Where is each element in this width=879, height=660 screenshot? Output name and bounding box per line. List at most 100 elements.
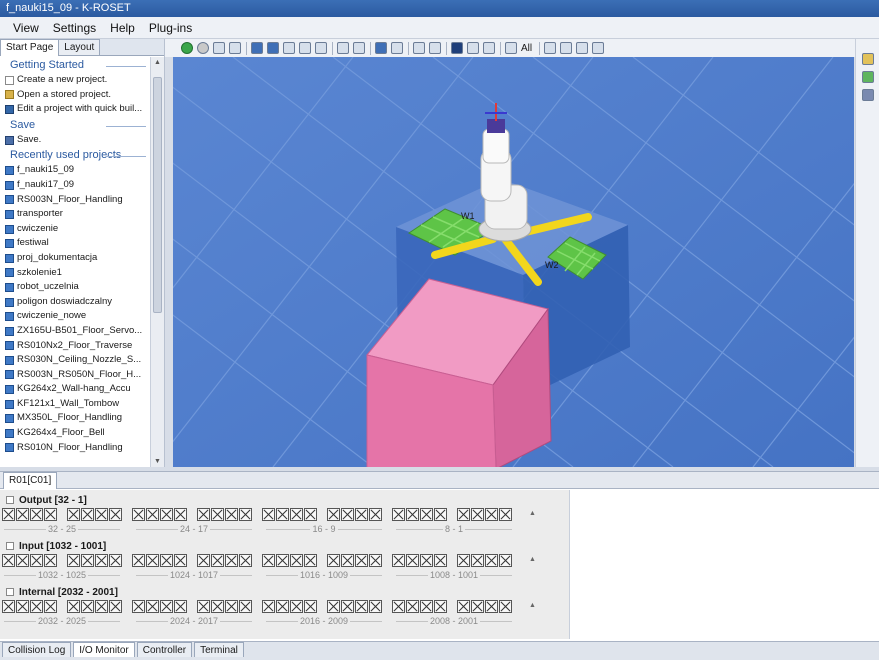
collapse-toggle-icon[interactable] (6, 496, 14, 504)
stop-icon[interactable] (197, 42, 209, 54)
recent-project-item[interactable]: szkolenie1 (0, 266, 150, 281)
menu-settings[interactable]: Settings (46, 21, 103, 35)
create-project-link[interactable]: Create a new project. (0, 73, 150, 88)
recent-project-item[interactable]: MX350L_Floor_Handling (0, 411, 150, 426)
recent-project-item[interactable]: RS003N_Floor_Handling (0, 193, 150, 208)
io-bit-cell[interactable] (146, 508, 159, 521)
io-bit-cell[interactable] (211, 600, 224, 613)
tab-layout[interactable]: Layout (58, 39, 101, 55)
io-bit-cell[interactable] (132, 508, 145, 521)
io-group-header[interactable]: Input [1032 - 1001] (0, 539, 570, 553)
io-bit-cell[interactable] (225, 508, 238, 521)
io-bit-cell[interactable] (211, 554, 224, 567)
anchor-icon[interactable] (429, 42, 441, 54)
io-bit-cell[interactable] (290, 600, 303, 613)
io-bit-cell[interactable] (30, 554, 43, 567)
grid-options-icon[interactable] (576, 42, 589, 54)
io-bit-cell[interactable] (132, 554, 145, 567)
layout-split-icon[interactable] (467, 42, 479, 54)
io-group-header[interactable]: Output [32 - 1] (0, 493, 570, 507)
recent-project-item[interactable]: KG264x4_Floor_Bell (0, 426, 150, 441)
io-bit-cell[interactable] (485, 508, 498, 521)
io-bit-cell[interactable] (327, 554, 340, 567)
left-panel-scrollbar[interactable]: ▲ ▼ (150, 57, 164, 467)
io-bit-cell[interactable] (239, 554, 252, 567)
view-perspective-icon[interactable] (315, 42, 327, 54)
io-bit-cell[interactable] (369, 508, 382, 521)
scroll-down-arrow-icon[interactable]: ▼ (154, 458, 161, 465)
io-bit-cell[interactable] (341, 508, 354, 521)
io-bit-cell[interactable] (95, 554, 108, 567)
io-bit-cell[interactable] (44, 600, 57, 613)
io-bit-cell[interactable] (44, 554, 57, 567)
scroll-up-arrow-icon[interactable]: ▲ (154, 59, 161, 66)
io-bit-cell[interactable] (109, 600, 122, 613)
io-bit-cell[interactable] (262, 600, 275, 613)
io-bit-cell[interactable] (392, 508, 405, 521)
io-bit-cell[interactable] (67, 554, 80, 567)
io-bit-cell[interactable] (109, 508, 122, 521)
recent-project-item[interactable]: f_nauki17_09 (0, 178, 150, 193)
io-bit-cell[interactable] (95, 508, 108, 521)
io-bit-cell[interactable] (290, 554, 303, 567)
io-bit-cell[interactable] (262, 554, 275, 567)
io-bit-cell[interactable] (471, 600, 484, 613)
io-bit-cell[interactable] (290, 508, 303, 521)
recent-project-item[interactable]: cwiczenie_nowe (0, 309, 150, 324)
io-bit-cell[interactable] (146, 600, 159, 613)
copy-frame-icon[interactable] (353, 42, 365, 54)
recent-project-item[interactable]: KG264x2_Wall-hang_Accu (0, 382, 150, 397)
io-bit-cell[interactable] (95, 600, 108, 613)
io-bit-cell[interactable] (146, 554, 159, 567)
recent-project-item[interactable]: transporter (0, 207, 150, 222)
io-bit-cell[interactable] (81, 554, 94, 567)
recent-project-item[interactable]: KF121x1_Wall_Tombow (0, 397, 150, 412)
refresh-icon[interactable] (862, 71, 874, 83)
all-views-label[interactable]: All (521, 43, 532, 54)
io-bit-cell[interactable] (239, 508, 252, 521)
io-bit-cell[interactable] (406, 508, 419, 521)
save-view-icon[interactable] (375, 42, 387, 54)
view-side-icon[interactable] (267, 42, 279, 54)
io-bit-cell[interactable] (392, 600, 405, 613)
io-bit-cell[interactable] (132, 600, 145, 613)
io-bit-cell[interactable] (457, 600, 470, 613)
io-bit-cell[interactable] (341, 600, 354, 613)
recent-project-item[interactable]: cwiczenie (0, 222, 150, 237)
recent-project-item[interactable]: robot_uczelnia (0, 280, 150, 295)
io-bit-cell[interactable] (30, 600, 43, 613)
io-bit-cell[interactable] (355, 508, 368, 521)
io-bit-cell[interactable] (369, 600, 382, 613)
io-bit-cell[interactable] (262, 508, 275, 521)
recent-project-item[interactable]: RS010N_Floor_Handling (0, 441, 150, 456)
zoom-icon[interactable] (560, 42, 573, 54)
tab-terminal[interactable]: Terminal (194, 642, 244, 657)
scroll-up-arrow-icon[interactable]: ▲ (529, 510, 536, 517)
io-bit-cell[interactable] (434, 600, 447, 613)
recent-project-item[interactable]: RS010Nx2_Floor_Traverse (0, 339, 150, 354)
collapse-toggle-icon[interactable] (6, 588, 14, 596)
io-bit-cell[interactable] (420, 508, 433, 521)
io-bit-cell[interactable] (276, 600, 289, 613)
io-bit-cell[interactable] (30, 508, 43, 521)
io-bit-cell[interactable] (109, 554, 122, 567)
io-bit-cell[interactable] (392, 554, 405, 567)
window-options-icon[interactable] (592, 42, 605, 54)
recent-project-item[interactable]: proj_dokumentacja (0, 251, 150, 266)
io-bit-cell[interactable] (355, 600, 368, 613)
io-bit-cell[interactable] (276, 554, 289, 567)
3d-viewport[interactable]: W1 W2 (173, 57, 854, 467)
io-bit-cell[interactable] (2, 508, 15, 521)
layout-grid-icon[interactable] (483, 42, 495, 54)
io-bit-cell[interactable] (304, 554, 317, 567)
io-bit-cell[interactable] (225, 554, 238, 567)
collapse-toggle-icon[interactable] (6, 542, 14, 550)
io-bit-cell[interactable] (16, 508, 29, 521)
io-bit-cell[interactable] (471, 508, 484, 521)
io-bit-cell[interactable] (16, 554, 29, 567)
io-bit-cell[interactable] (16, 600, 29, 613)
io-bit-cell[interactable] (160, 600, 173, 613)
tab-io-monitor[interactable]: I/O Monitor (73, 642, 135, 657)
layout-quad-icon[interactable] (505, 42, 517, 54)
home-icon[interactable] (213, 42, 225, 54)
